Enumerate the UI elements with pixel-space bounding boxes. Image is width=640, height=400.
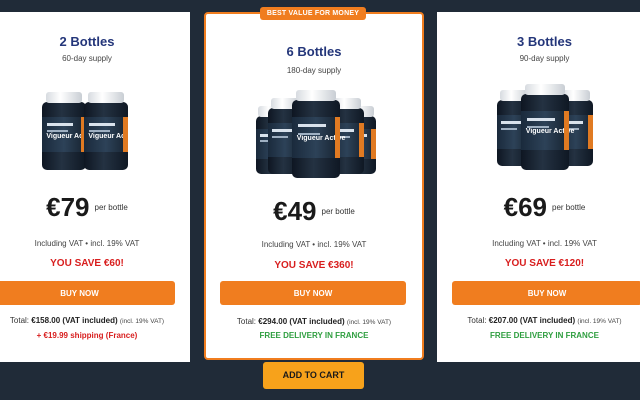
offer-card-3-bottles: 3 Bottles 90-day supply Vigueur Active €… xyxy=(437,12,640,362)
bottle-image: Vigueur Active xyxy=(84,92,137,170)
bottle-image: Vigueur Active xyxy=(521,84,574,170)
total-value: €158.00 (VAT included) xyxy=(31,316,118,325)
price: €79 xyxy=(46,192,90,222)
total-line: Total: €294.00 (VAT included) (incl. 19%… xyxy=(206,317,422,326)
offer-supply: 90-day supply xyxy=(519,54,570,63)
product-image: Vigueur Active Vigueur Active xyxy=(42,92,142,172)
offer-supply: 180-day supply xyxy=(286,66,342,75)
bottle-image: Vigueur Active xyxy=(292,90,345,178)
total-vat-note: (incl. 19% VAT) xyxy=(577,318,622,325)
savings-text: YOU SAVE €60! xyxy=(50,258,124,269)
offer-card-6-bottles: 6 Bottles 180-day supply Vigueur Active … xyxy=(204,12,424,360)
total-line: Total: €207.00 (VAT included) (incl. 19%… xyxy=(437,316,640,325)
vat-note: Including VAT • incl. 19% VAT xyxy=(34,239,140,248)
price: €69 xyxy=(503,192,548,222)
price: €49 xyxy=(273,196,317,226)
price-block: €79 per bottle xyxy=(0,192,190,223)
vat-note: Including VAT • incl. 19% VAT xyxy=(492,239,597,248)
bottle-image: Vigueur Active xyxy=(42,92,95,170)
buy-now-button[interactable]: BUY NOW xyxy=(220,281,406,305)
price-block: €49 per bottle xyxy=(206,196,422,227)
savings-text: YOU SAVE €360! xyxy=(274,260,354,271)
shipping-note: FREE DELIVERY IN FRANCE xyxy=(490,331,599,340)
best-value-badge: BEST VALUE FOR MONEY xyxy=(260,7,366,20)
buy-now-button[interactable]: BUY NOW xyxy=(452,281,640,305)
total-vat-note: (incl. 19% VAT) xyxy=(119,318,165,325)
shipping-note: + €19.99 shipping (France) xyxy=(36,331,138,340)
total-vat-note: (incl. 19% VAT) xyxy=(346,319,392,326)
per-bottle-label: per bottle xyxy=(552,203,586,212)
offer-title: 6 Bottles xyxy=(286,44,342,59)
per-bottle-label: per bottle xyxy=(321,207,355,216)
vat-note: Including VAT • incl. 19% VAT xyxy=(261,240,367,249)
offer-supply: 60-day supply xyxy=(62,54,112,63)
total-value: €294.00 (VAT included) xyxy=(258,317,345,326)
total-prefix: Total: xyxy=(9,316,30,325)
total-line: Total: €158.00 (VAT included) (incl. 19%… xyxy=(0,316,190,325)
add-to-cart-button[interactable]: ADD TO CART xyxy=(263,362,364,389)
product-image: Vigueur Active xyxy=(495,84,595,178)
shipping-note: FREE DELIVERY IN FRANCE xyxy=(259,331,369,340)
price-block: €69 per bottle xyxy=(437,192,640,223)
offer-title: 2 Bottles xyxy=(59,34,115,49)
per-bottle-label: per bottle xyxy=(94,203,128,212)
total-prefix: Total: xyxy=(236,317,257,326)
offer-card-2-bottles: 2 Bottles 60-day supply Vigueur Active V… xyxy=(0,12,190,362)
savings-text: YOU SAVE €120! xyxy=(504,258,585,269)
total-prefix: Total: xyxy=(467,316,487,325)
product-image: Vigueur Active xyxy=(256,90,376,184)
total-value: €207.00 (VAT included) xyxy=(488,316,576,325)
buy-now-button[interactable]: BUY NOW xyxy=(0,281,175,305)
offer-title: 3 Bottles xyxy=(517,34,572,49)
